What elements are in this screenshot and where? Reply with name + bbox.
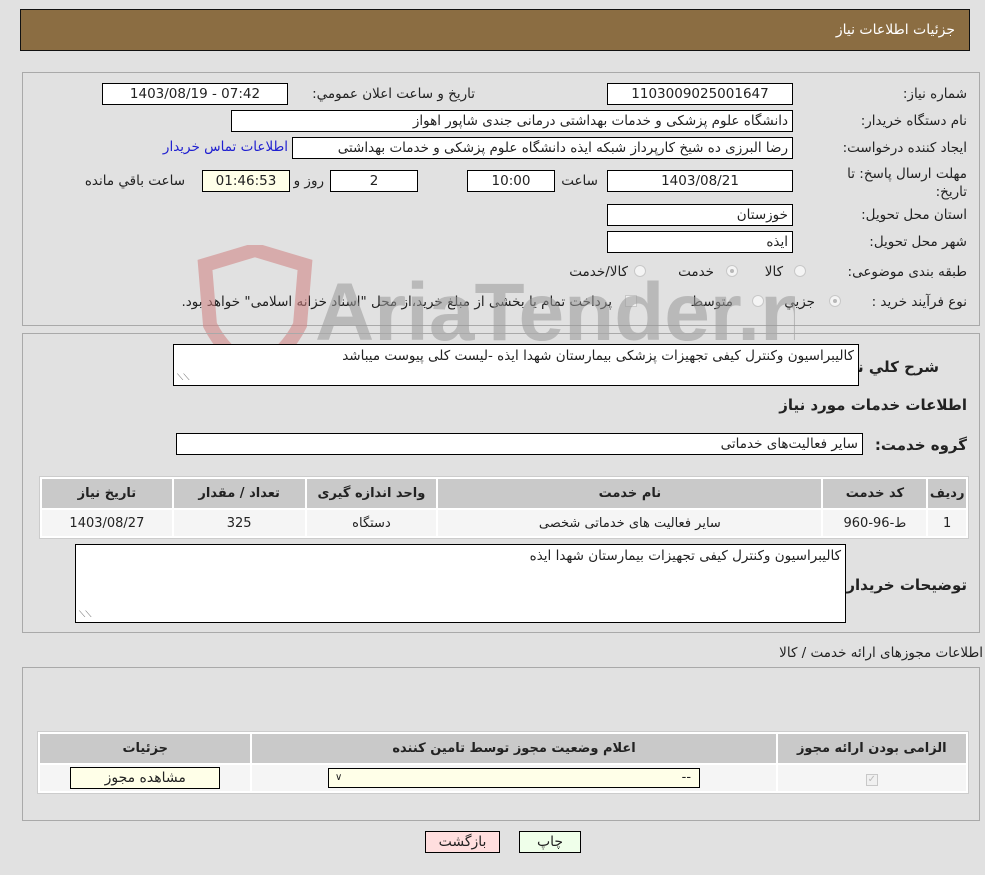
permits-table-header: الزامی بودن ارائه مجوز اعلام وضعیت مجوز … [40,734,966,763]
category-option-goods-service: کالا/خدمت [569,264,628,280]
city-field: ایذه [607,231,793,253]
col-code: کد خدمت [823,479,927,508]
announce-datetime-field: 1403/08/19 - 07:42 [102,83,288,105]
cell-code: ط-96-960 [823,510,927,536]
cell-required: ✓ [777,765,966,791]
deadline-time-field: 10:00 [467,170,555,192]
cell-name: سایر فعالیت های خدماتی شخصی [438,510,822,536]
category-radio-service[interactable] [726,265,738,277]
services-section-title: اطلاعات خدمات مورد نیاز [779,396,967,414]
cell-details: مشاهده مجوز [40,765,251,791]
announce-label: تاریخ و ساعت اعلان عمومي: [312,86,475,102]
cell-row: 1 [928,510,966,536]
province-label: استان محل تحویل: [861,207,967,223]
col-row: ردیف [928,479,966,508]
resize-grip-icon[interactable]: ⟋⟋ [79,610,92,620]
buyer-org-label: نام دستگاه خریدار: [860,113,967,129]
cell-status: -- ∨ [252,765,776,791]
remaining-label: ساعت باقي مانده [84,173,185,189]
back-button[interactable]: بازگشت [425,831,500,853]
buyer-notes-label: توضیحات خریدار: [840,576,967,594]
process-radio-medium[interactable] [752,295,764,307]
category-option-goods: کالا [764,264,783,280]
col-date: تاریخ نیاز [42,479,172,508]
print-button[interactable]: چاپ [519,831,581,853]
table-row: 1 ط-96-960 سایر فعالیت های خدماتی شخصی د… [42,510,966,536]
permit-status-select[interactable]: -- ∨ [328,768,701,788]
buyer-notes-textarea[interactable]: کالیبراسیون وکنترل کیفی تجهیزات بیمارستا… [75,544,846,623]
need-number-field: 1103009025001647 [607,83,793,105]
treasury-note: پرداخت تمام یا بخشی از مبلغ خرید،از محل … [181,294,612,310]
permit-status-value: -- [681,770,692,785]
col-details: جزئیات [40,734,251,763]
category-label: طبقه بندی موضوعی: [847,264,967,280]
cell-date: 1403/08/27 [42,510,172,536]
col-qty: تعداد / مقدار [173,479,305,508]
treasury-checkbox[interactable] [625,295,637,307]
buyer-notes-text: کالیبراسیون وکنترل کیفی تجهیزات بیمارستا… [529,548,841,564]
city-label: شهر محل تحویل: [869,234,967,250]
page-title: جزئیات اطلاعات نیاز [835,22,955,38]
col-unit: واحد اندازه گیری [306,479,437,508]
view-permit-button[interactable]: مشاهده مجوز [70,767,221,789]
days-remaining-field: 2 [330,170,418,192]
summary-textarea[interactable]: کالیبراسیون وکنترل کیفی تجهیزات پزشکی بی… [173,344,859,386]
deadline-time-label: ساعت [561,173,598,189]
deadline-label: مهلت ارسال پاسخ: تا تاریخ: [847,166,967,200]
process-label: نوع فرآیند خرید : [871,294,967,310]
province-field: خوزستان [607,204,793,226]
creator-field: رضا البرزی ده شیخ کارپرداز شبکه ایذه دان… [292,137,793,159]
required-checkbox: ✓ [865,773,878,786]
process-radio-small[interactable] [829,295,841,307]
remaining-time-field: 01:46:53 [202,170,290,192]
cell-qty: 325 [173,510,305,536]
service-group-field: سایر فعالیت‌های خدماتی [176,433,863,455]
resize-grip-icon[interactable]: ⟋⟋ [177,373,190,383]
col-required: الزامی بودن ارائه مجوز [777,734,966,763]
process-option-medium: متوسط [690,294,733,310]
services-table-header: ردیف کد خدمت نام خدمت واحد اندازه گیری ت… [42,479,966,508]
creator-label: ایجاد کننده درخواست: [842,140,967,156]
buyer-org-field: دانشگاه علوم پزشکی و خدمات بهداشتی درمان… [231,110,793,132]
col-name: نام خدمت [438,479,822,508]
category-radio-goods-service[interactable] [634,265,646,277]
services-table: ردیف کد خدمت نام خدمت واحد اندازه گیری ت… [39,476,969,539]
process-option-small: جزیي [784,294,815,310]
table-row: ✓ -- ∨ مشاهده مجوز [40,765,966,791]
permits-table: الزامی بودن ارائه مجوز اعلام وضعیت مجوز … [37,731,969,794]
category-option-service: خدمت [678,264,714,280]
service-group-label: گروه خدمت: [874,436,967,454]
cell-unit: دستگاه [306,510,437,536]
deadline-date-field: 1403/08/21 [607,170,793,192]
summary-text: کالیبراسیون وکنترل کیفی تجهیزات پزشکی بی… [342,348,854,364]
chevron-down-icon: ∨ [335,772,343,783]
need-number-label: شماره نیاز: [902,86,967,102]
category-radio-goods[interactable] [794,265,806,277]
permits-section-title: اطلاعات مجوزهای ارائه خدمت / کالا [779,645,983,661]
page-header: جزئیات اطلاعات نیاز [20,9,970,51]
buyer-contact-link[interactable]: اطلاعات تماس خریدار [163,139,288,155]
days-label: روز و [293,173,324,189]
col-status: اعلام وضعیت مجوز توسط تامین کننده [252,734,776,763]
